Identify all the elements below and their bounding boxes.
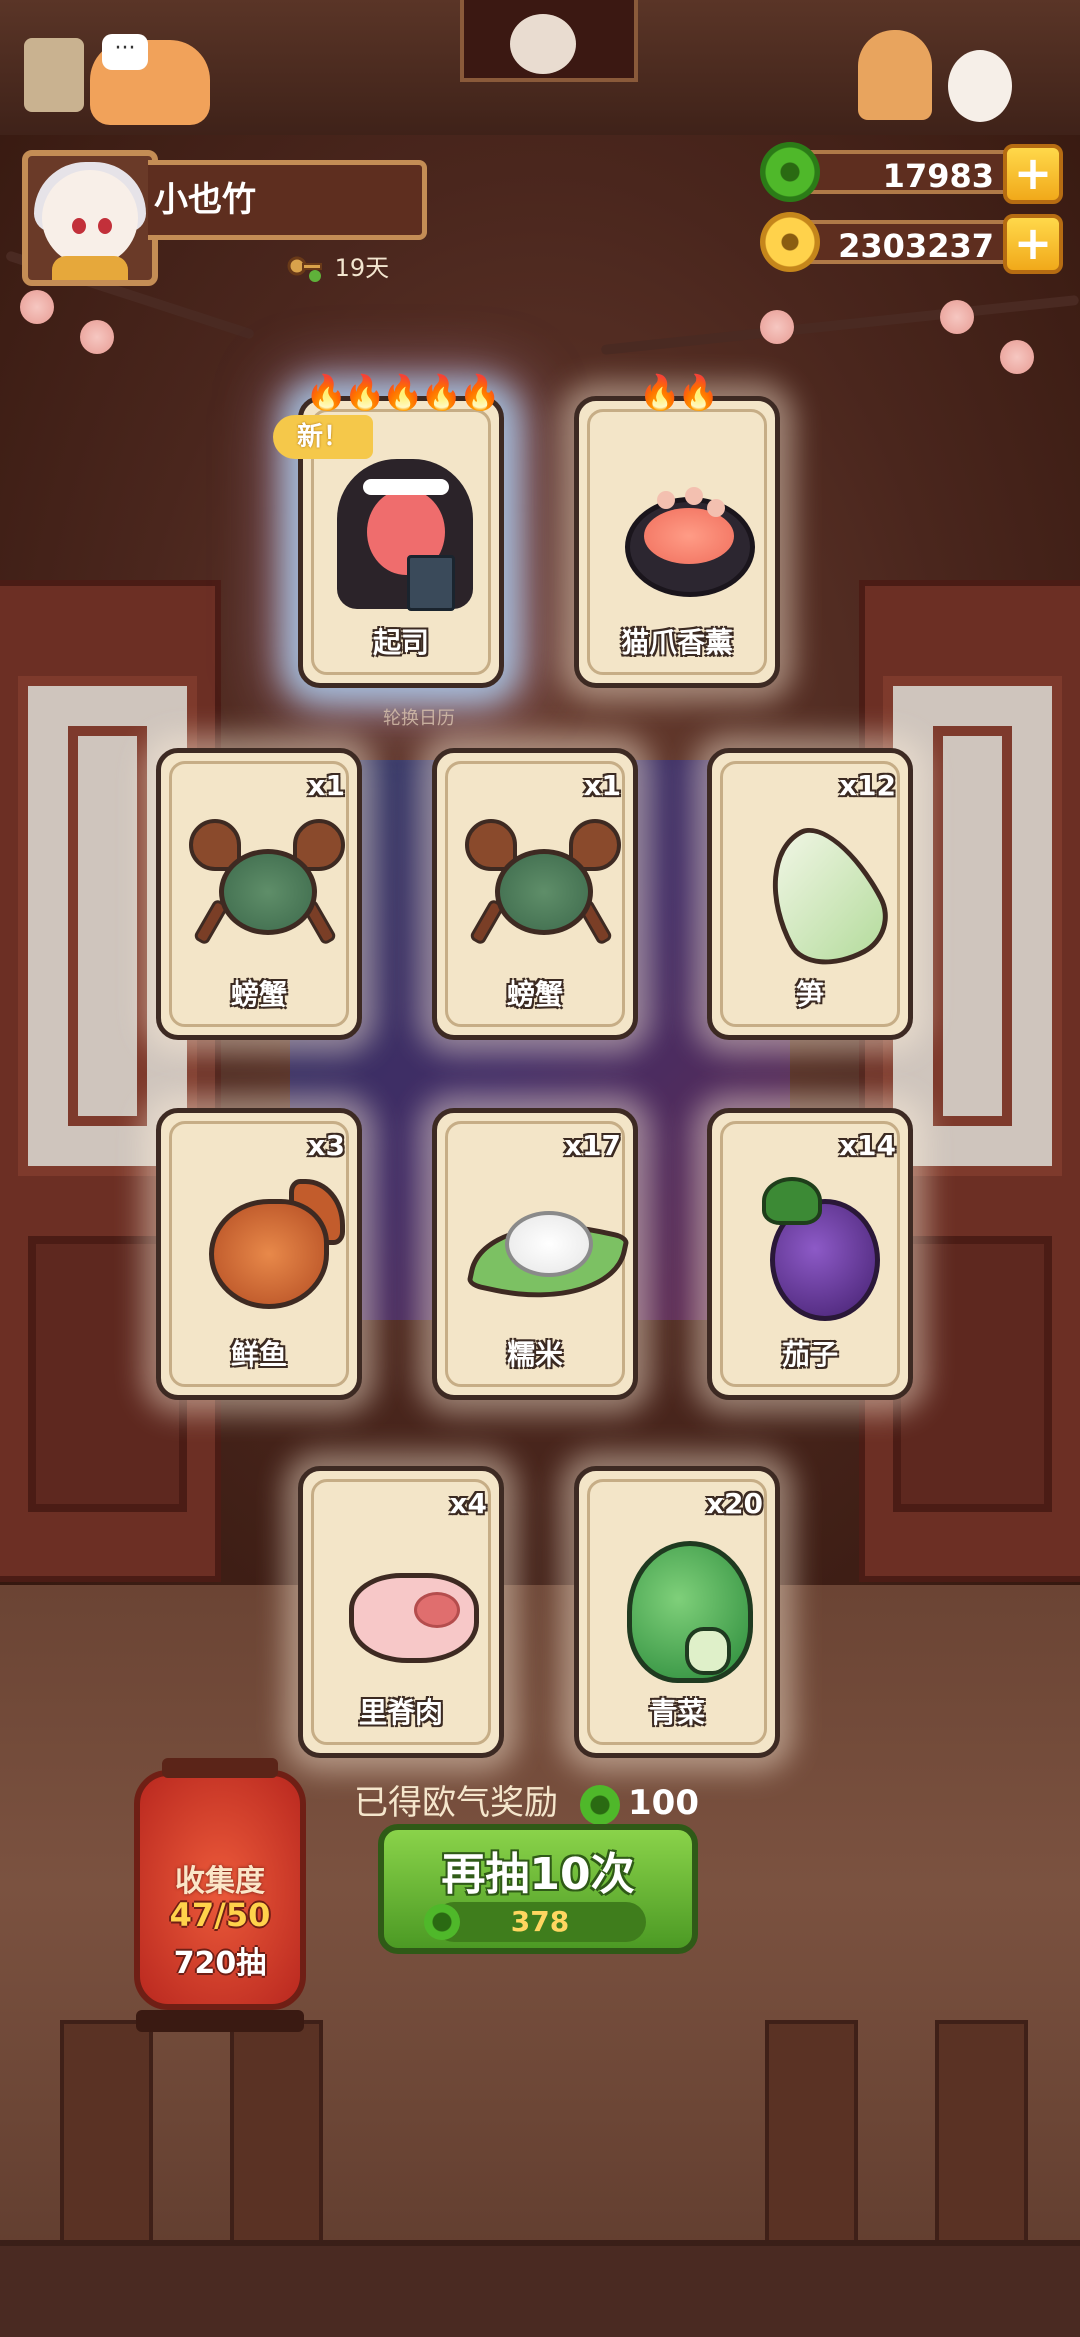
blossom bbox=[940, 300, 974, 334]
card-count: x1 bbox=[307, 769, 345, 802]
draw-again-button[interactable]: 再抽10次 378 bbox=[378, 1824, 698, 1954]
add-gold-button[interactable]: + bbox=[1003, 214, 1063, 274]
card-label: 起司 bbox=[372, 626, 429, 659]
crab-icon bbox=[189, 809, 345, 953]
key-icon bbox=[285, 254, 327, 284]
card-crab[interactable]: x1 螃蟹 bbox=[156, 748, 362, 1040]
jade-amount: 17983 bbox=[788, 150, 1028, 195]
right-door bbox=[859, 580, 1080, 1582]
rotation-calendar-caption: 轮换日历 bbox=[383, 708, 455, 729]
gold-coin-icon bbox=[760, 212, 820, 272]
jade-coin-icon bbox=[760, 142, 820, 202]
card-label: 笋 bbox=[795, 978, 824, 1011]
draw-again-label: 再抽10次 bbox=[441, 1849, 635, 1900]
blossom bbox=[1000, 340, 1034, 374]
nun-character-icon bbox=[325, 451, 485, 621]
rail-post bbox=[935, 2020, 1028, 2258]
draw-cost: 378 bbox=[424, 1902, 646, 1942]
pork-loin-icon bbox=[331, 1527, 479, 1671]
card-count: x12 bbox=[838, 769, 896, 802]
rail-post bbox=[765, 2020, 858, 2258]
rail-post bbox=[230, 2020, 323, 2258]
card-eggplant[interactable]: x14 茄子 bbox=[707, 1108, 913, 1400]
login-days-label: 19天 bbox=[334, 254, 390, 282]
jade-coin-icon bbox=[580, 1784, 620, 1825]
bamboo-shoot-icon bbox=[740, 809, 903, 984]
blossom bbox=[20, 290, 54, 324]
fish-icon bbox=[189, 1169, 345, 1313]
boy-character-icon bbox=[858, 30, 932, 120]
avatar[interactable] bbox=[22, 150, 158, 286]
speech-bubble-icon: ··· bbox=[102, 34, 148, 70]
luck-reward: 已得欧气奖励 100 bbox=[354, 1775, 699, 1825]
card-cheese[interactable]: 🔥🔥🔥🔥🔥 新！ 起司 bbox=[273, 373, 504, 688]
grandma-character-icon bbox=[510, 14, 576, 74]
card-pork-loin[interactable]: x4 里脊肉 bbox=[298, 1466, 504, 1758]
collection-draws: 720抽 bbox=[173, 1946, 267, 1981]
bottom-bar bbox=[0, 2240, 1080, 2337]
add-jade-button[interactable]: + bbox=[1003, 144, 1063, 204]
blossom bbox=[760, 310, 794, 344]
cat-paw-sushi-icon bbox=[607, 457, 755, 601]
collection-lantern[interactable]: 收集度 47/50 720抽 bbox=[134, 1758, 306, 2032]
card-label: 青菜 bbox=[648, 1696, 705, 1729]
card-label: 鲜鱼 bbox=[230, 1338, 287, 1371]
draw-cost-amount: 378 bbox=[510, 1905, 570, 1938]
card-label: 猫爪香薰 bbox=[620, 626, 733, 659]
collection-progress: 47/50 bbox=[169, 1896, 271, 1934]
card-bok-choy[interactable]: x20 青菜 bbox=[574, 1466, 780, 1758]
jade-coin-icon bbox=[424, 1904, 460, 1940]
login-days: 19天 bbox=[285, 248, 389, 284]
player-name: 小也竹 bbox=[148, 160, 427, 240]
card-label: 糯米 bbox=[506, 1338, 563, 1371]
card-crab[interactable]: x1 螃蟹 bbox=[432, 748, 638, 1040]
crab-icon bbox=[465, 809, 621, 953]
card-count: x3 bbox=[307, 1129, 345, 1162]
rarity-flames: 🔥🔥🔥🔥🔥 bbox=[305, 373, 501, 413]
left-door bbox=[0, 580, 221, 1582]
card-label: 螃蟹 bbox=[230, 978, 287, 1011]
scroll-icon bbox=[24, 38, 84, 112]
card-fish[interactable]: x3 鲜鱼 bbox=[156, 1108, 362, 1400]
card-count: x20 bbox=[705, 1487, 763, 1520]
card-bamboo-shoot[interactable]: x12 笋 bbox=[707, 748, 913, 1040]
card-label: 螃蟹 bbox=[506, 978, 563, 1011]
luck-reward-label: 已得欧气奖励 bbox=[354, 1783, 558, 1823]
blossom bbox=[80, 320, 114, 354]
card-label: 茄子 bbox=[781, 1338, 838, 1371]
card-sticky-rice[interactable]: x17 糯米 bbox=[432, 1108, 638, 1400]
card-count: x4 bbox=[449, 1487, 487, 1520]
sticky-rice-icon bbox=[465, 1169, 631, 1318]
card-cat-paw-incense[interactable]: 🔥🔥 猫爪香薰 bbox=[574, 373, 780, 688]
luck-reward-amount: 100 bbox=[628, 1783, 699, 1823]
collection-title: 收集度 bbox=[175, 1864, 265, 1899]
bok-choy-icon bbox=[607, 1527, 753, 1683]
eggplant-icon bbox=[740, 1169, 884, 1321]
gold-amount: 2303237 bbox=[788, 220, 1028, 265]
card-count: x17 bbox=[563, 1129, 621, 1162]
rail-post bbox=[60, 2020, 153, 2258]
jade-currency: 17983 + bbox=[760, 142, 1063, 204]
card-count: x1 bbox=[583, 769, 621, 802]
white-cat-icon bbox=[948, 50, 1012, 122]
rarity-flames: 🔥🔥 bbox=[638, 373, 720, 413]
card-label: 里脊肉 bbox=[358, 1696, 443, 1729]
gold-currency: 2303237 + bbox=[760, 212, 1063, 274]
card-count: x14 bbox=[838, 1129, 896, 1162]
